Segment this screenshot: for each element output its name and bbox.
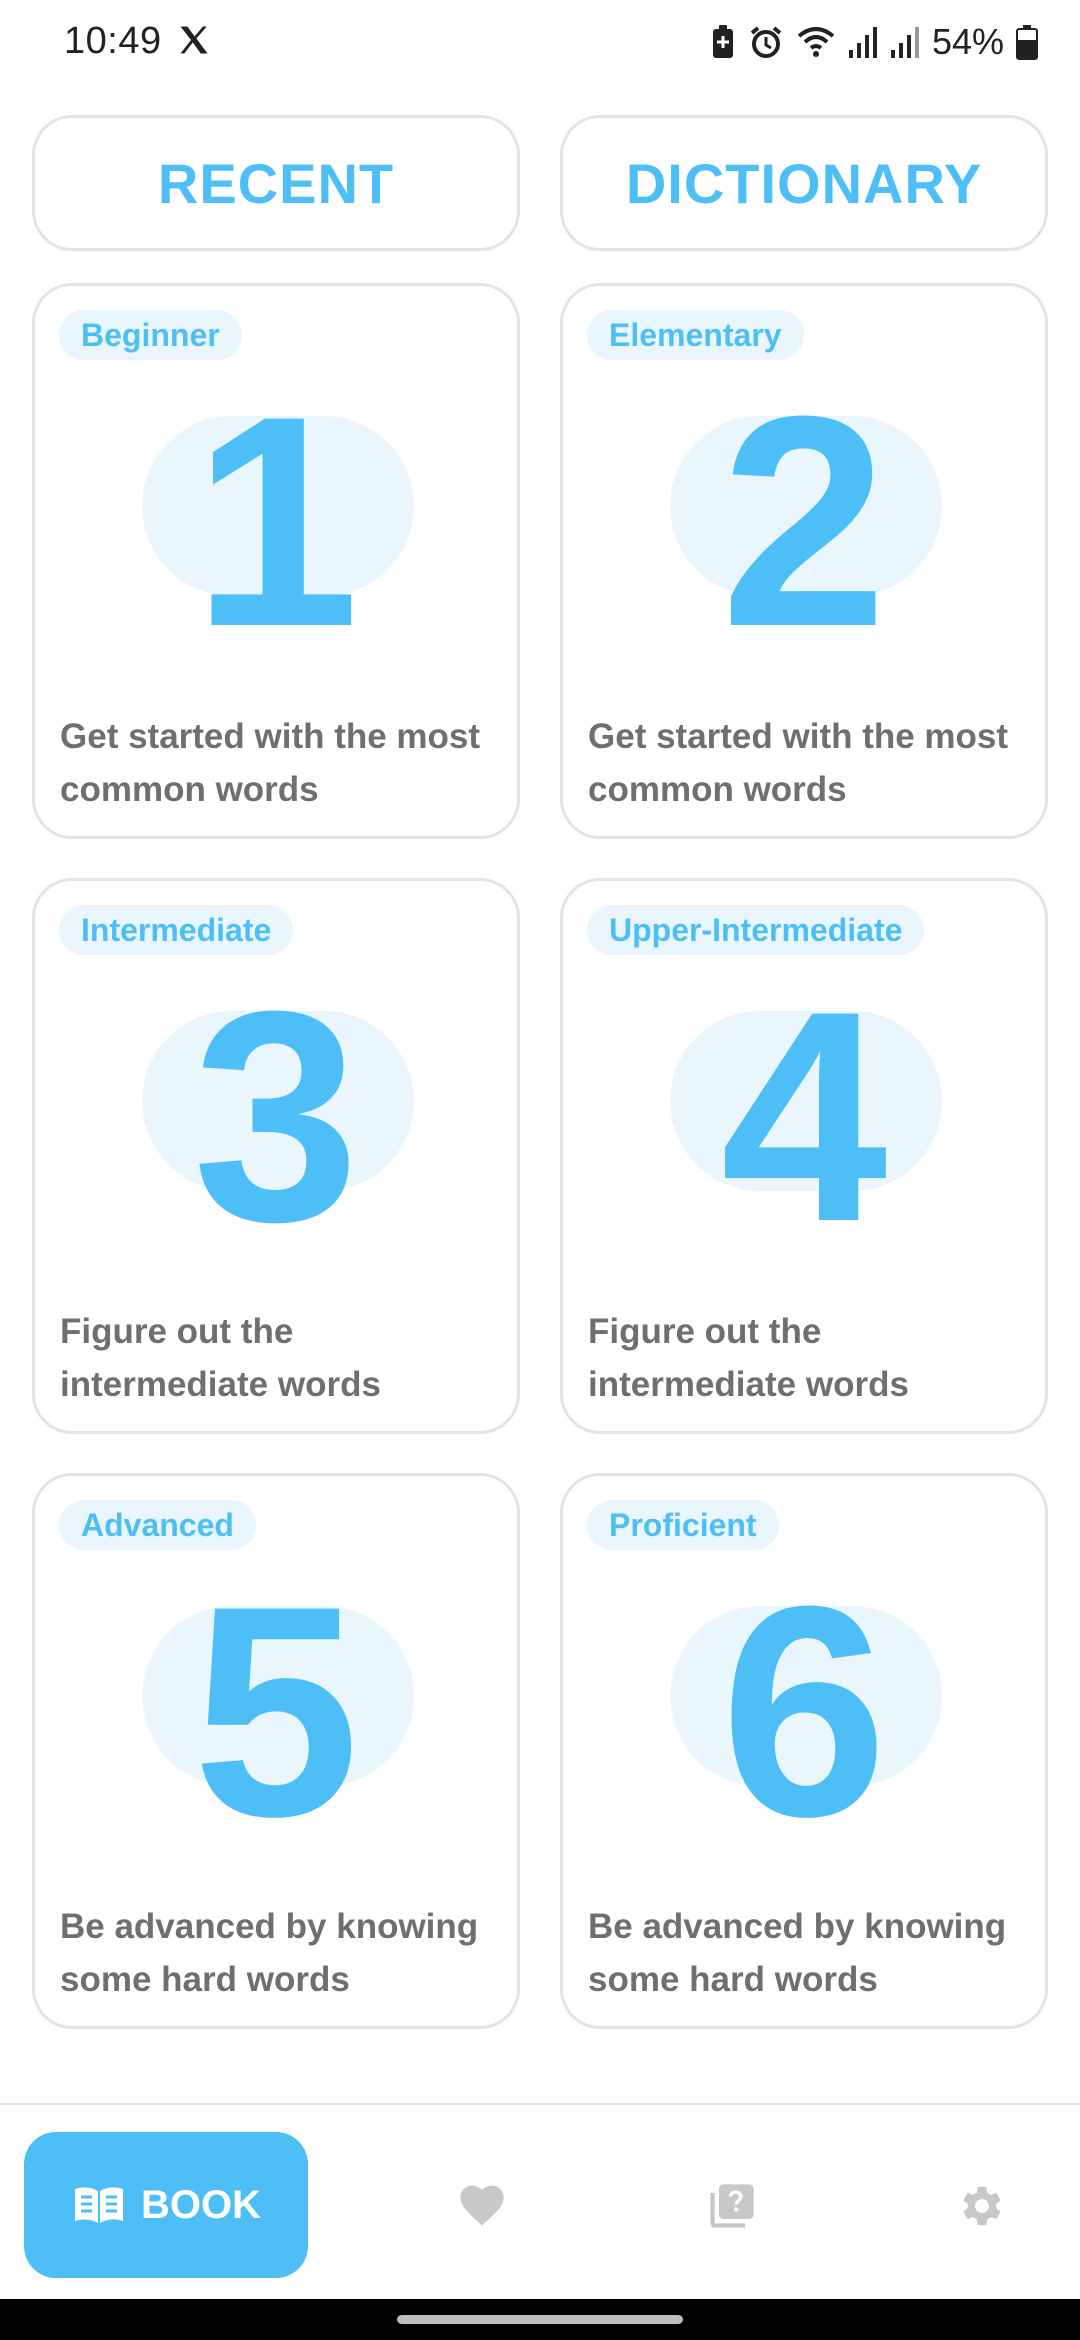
level-card-intermediate[interactable]: Intermediate 3 Figure out the intermedia… bbox=[32, 878, 520, 1434]
level-number: 3 bbox=[192, 948, 360, 1284]
status-bar: 10:49 54% bbox=[0, 0, 1080, 84]
nav-book-label: BOOK bbox=[141, 2182, 261, 2227]
signal-icon-2 bbox=[890, 27, 919, 58]
battery-saver-icon bbox=[712, 25, 733, 58]
level-card-upper-intermediate[interactable]: Upper-Intermediate 4 Figure out the inte… bbox=[560, 878, 1048, 1434]
level-number: 1 bbox=[192, 353, 360, 689]
level-card-advanced[interactable]: Advanced 5 Be advanced by knowing some h… bbox=[32, 1473, 520, 2029]
recent-button[interactable]: RECENT bbox=[32, 115, 520, 251]
bottom-nav: BOOK bbox=[0, 2103, 1080, 2299]
battery-icon bbox=[1016, 25, 1038, 60]
book-icon bbox=[75, 2187, 123, 2223]
level-description: Be advanced by knowing some hard words bbox=[588, 1907, 1007, 1999]
home-indicator[interactable] bbox=[397, 2315, 683, 2324]
signal-icon bbox=[848, 27, 877, 58]
status-icons: 54% bbox=[710, 20, 1038, 64]
battery-percent: 54% bbox=[931, 21, 1004, 62]
level-card-beginner[interactable]: Beginner 1 Get started with the most com… bbox=[32, 283, 520, 839]
wifi-icon bbox=[797, 27, 835, 57]
quiz-icon[interactable] bbox=[706, 2180, 758, 2232]
level-card-elementary[interactable]: Elementary 2 Get started with the most c… bbox=[560, 283, 1048, 839]
level-description: Figure out the intermediate words bbox=[60, 1312, 381, 1404]
status-time: 10:49 bbox=[64, 20, 162, 62]
heart-icon[interactable] bbox=[456, 2180, 508, 2232]
level-description: Be advanced by knowing some hard words bbox=[60, 1907, 479, 1999]
dictionary-button-label: DICTIONARY bbox=[625, 151, 983, 215]
level-number: 6 bbox=[720, 1543, 888, 1879]
level-card-proficient[interactable]: Proficient 6 Be advanced by knowing some… bbox=[560, 1473, 1048, 2029]
level-number: 4 bbox=[720, 948, 888, 1284]
gear-icon[interactable] bbox=[956, 2180, 1008, 2232]
level-number: 5 bbox=[192, 1543, 360, 1879]
x-logo-icon bbox=[180, 26, 208, 54]
alarm-icon bbox=[750, 26, 782, 58]
level-description: Figure out the intermediate words bbox=[588, 1312, 909, 1404]
recent-button-label: RECENT bbox=[157, 151, 395, 215]
level-number: 2 bbox=[720, 353, 888, 689]
system-gesture-bar bbox=[0, 2299, 1080, 2340]
level-description: Get started with the most common words bbox=[588, 717, 1009, 809]
dictionary-button[interactable]: DICTIONARY bbox=[560, 115, 1048, 251]
nav-book-tab[interactable]: BOOK bbox=[24, 2132, 308, 2278]
level-description: Get started with the most common words bbox=[60, 717, 481, 809]
